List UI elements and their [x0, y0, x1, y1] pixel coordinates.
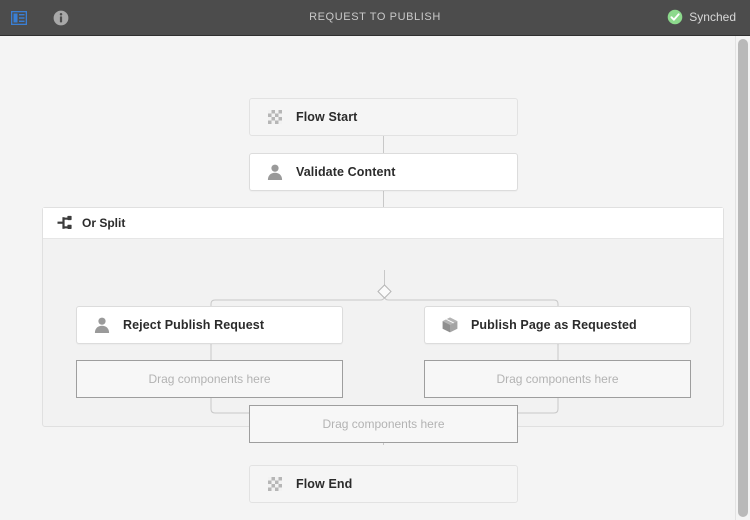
checkerboard-icon: [268, 110, 282, 124]
dropzone-label: Drag components here: [148, 372, 270, 386]
dropzone-label: Drag components here: [322, 417, 444, 431]
workflow-canvas[interactable]: Or Split Reject Publish Request Drag com…: [0, 36, 750, 520]
node-validate-content[interactable]: Validate Content: [249, 153, 518, 191]
dropzone-main[interactable]: Drag components here: [249, 405, 518, 443]
node-flow-start[interactable]: Flow Start: [249, 98, 518, 136]
checkerboard-icon: [268, 477, 282, 491]
dropzone-left-branch[interactable]: Drag components here: [76, 360, 343, 398]
sync-status-label: Synched: [689, 10, 736, 24]
node-label: Flow End: [296, 477, 352, 491]
node-label: Publish Page as Requested: [471, 318, 637, 332]
or-split-container[interactable]: Or Split Reject Publish Request Drag com…: [42, 207, 724, 427]
page-title: REQUEST TO PUBLISH: [0, 11, 750, 23]
vertical-scrollbar-track[interactable]: [735, 36, 750, 520]
sync-status: Synched: [667, 9, 736, 25]
node-label: Validate Content: [296, 165, 396, 179]
node-label: Flow Start: [296, 110, 357, 124]
dropzone-right-branch[interactable]: Drag components here: [424, 360, 691, 398]
node-publish-page-as-requested[interactable]: Publish Page as Requested: [424, 306, 691, 344]
or-split-header[interactable]: Or Split: [43, 208, 723, 239]
node-reject-publish-request[interactable]: Reject Publish Request: [76, 306, 343, 344]
package-box-icon: [441, 316, 459, 334]
connector-validate-to-split: [383, 191, 384, 208]
vertical-scrollbar-thumb[interactable]: [738, 39, 748, 517]
user-icon: [266, 163, 284, 181]
connector-start-to-validate: [383, 136, 384, 154]
dropzone-label: Drag components here: [496, 372, 618, 386]
node-flow-end[interactable]: Flow End: [249, 465, 518, 503]
or-split-branch-icon: [57, 215, 73, 231]
user-icon: [93, 316, 111, 334]
top-header-bar: REQUEST TO PUBLISH Synched: [0, 0, 750, 36]
node-label: Reject Publish Request: [123, 318, 264, 332]
or-split-title: Or Split: [82, 216, 125, 230]
check-circle-icon: [667, 9, 683, 25]
